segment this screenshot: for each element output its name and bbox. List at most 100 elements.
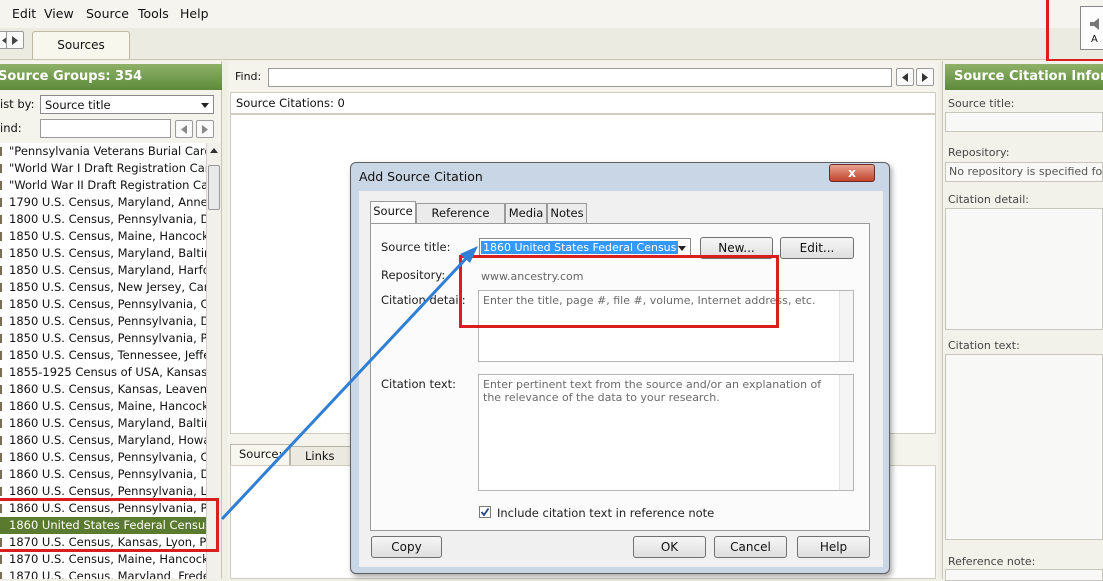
rp-citation-text: [945, 354, 1103, 540]
rp-reference-note-label: Reference note:: [948, 555, 1036, 568]
source-list-item[interactable]: 1870 U.S. Census, Maryland, Frederic...: [0, 568, 206, 579]
source-icon: [0, 317, 6, 326]
source-list-item[interactable]: 1860 U.S. Census, Maryland, Howard,...: [0, 432, 206, 449]
find-prev-button[interactable]: [175, 120, 193, 138]
source-list-item-label: 1860 U.S. Census, Maryland, Howard,...: [9, 433, 206, 447]
source-list-item[interactable]: 1860 U.S. Census, Maryland, Baltimor...: [0, 415, 206, 432]
menu-bar: Edit View Source Tools Help: [0, 0, 1103, 28]
textarea-scrollbar[interactable]: [839, 291, 853, 361]
tab-notes[interactable]: Notes: [547, 203, 587, 223]
source-list-item[interactable]: 1850 U.S. Census, Tennessee, Jeffers...: [0, 347, 206, 364]
source-icon: [0, 351, 6, 360]
source-icon: [0, 266, 6, 275]
source-list-item-label: 1790 U.S. Census, Maryland, Anne Ar...: [9, 195, 206, 209]
source-icon: [0, 436, 6, 445]
ok-button[interactable]: OK: [633, 536, 706, 558]
source-list-item[interactable]: 1860 U.S. Census, Pennsylvania, Del...: [0, 466, 206, 483]
copy-button[interactable]: Copy: [371, 536, 442, 558]
source-list-item[interactable]: "World War II Draft Registration Cards..…: [0, 177, 206, 194]
source-list-item-label: 1870 U.S. Census, Maine, Hancock, ...: [9, 552, 206, 566]
source-list-item[interactable]: 1850 U.S. Census, Maryland, Harford, ...: [0, 262, 206, 279]
menu-view[interactable]: View: [44, 6, 74, 21]
tab-sources[interactable]: Sources: [32, 31, 130, 59]
rp-reference-note: [945, 569, 1103, 581]
list-by-select[interactable]: Source title: [40, 95, 214, 114]
panel-header: Source Groups: 354: [0, 64, 222, 90]
source-list-item[interactable]: 1860 U.S. Census, Kansas, Leavenw...: [0, 381, 206, 398]
include-citation-checkbox[interactable]: [479, 506, 491, 518]
tab-links[interactable]: Links: [290, 446, 352, 466]
source-list-item-label: 1850 U.S. Census, New Jersey, Camd...: [9, 280, 206, 294]
source-list-item-label: 1850 U.S. Census, Tennessee, Jeffers...: [9, 348, 206, 362]
checkmark-icon: [480, 507, 490, 517]
source-list-item[interactable]: "World War I Draft Registration Cards,..…: [0, 160, 206, 177]
triangle-right-icon: [202, 125, 208, 134]
source-list-item-label: 1860 U.S. Census, Maryland, Baltimor...: [9, 416, 206, 430]
source-list-item[interactable]: 1860 U.S. Census, Maine, Hancock, ...: [0, 398, 206, 415]
source-list-item-label: "World War II Draft Registration Cards..…: [9, 178, 206, 192]
close-button[interactable]: x: [829, 164, 875, 182]
rp-repository-label: Repository:: [948, 146, 1010, 159]
source-icon: [0, 181, 6, 190]
source-icon: [0, 164, 6, 173]
cancel-button[interactable]: Cancel: [714, 536, 787, 558]
source-icon: [0, 385, 6, 394]
source-list-item-label: 1850 U.S. Census, Pennsylvania, Che...: [9, 297, 206, 311]
source-list-item[interactable]: 1850 U.S. Census, Maine, Hancock, ...: [0, 228, 206, 245]
source-list-item[interactable]: 1855-1925 Census of USA, Kansas; O...: [0, 364, 206, 381]
source-list-item-label: 1850 U.S. Census, Maryland, Baltimor...: [9, 246, 206, 260]
tab-source-detail[interactable]: Source:: [230, 444, 290, 466]
edit-source-button[interactable]: Edit...: [780, 237, 854, 259]
source-icon: [0, 147, 6, 156]
center-find-prev[interactable]: [896, 68, 914, 86]
source-list-item-label: "Pennsylvania Veterans Burial Cards, ...: [9, 144, 206, 158]
menu-source[interactable]: Source: [86, 6, 129, 21]
tab-source[interactable]: Source: [370, 201, 416, 224]
source-list-item[interactable]: 1850 U.S. Census, Pennsylvania, Che...: [0, 296, 206, 313]
source-list-item-label: 1860 U.S. Census, Pennsylvania, Che...: [9, 450, 206, 464]
citation-detail-label: Citation detail:: [381, 293, 466, 307]
find-input[interactable]: [40, 119, 171, 138]
source-list-item[interactable]: 1850 U.S. Census, Maryland, Baltimor...: [0, 245, 206, 262]
source-icon: [0, 402, 6, 411]
source-icon: [0, 232, 6, 241]
triangle-right-icon: [12, 36, 18, 45]
source-icon: [0, 368, 6, 377]
source-list-item-label: 1870 U.S. Census, Maryland, Frederic...: [9, 569, 206, 579]
source-list-item[interactable]: "Pennsylvania Veterans Burial Cards, ...: [0, 143, 206, 160]
source-list-item-label: 1860 U.S. Census, Maine, Hancock, ...: [9, 399, 206, 413]
highlight-box: [0, 498, 219, 552]
source-list-item-label: "World War I Draft Registration Cards,..…: [9, 161, 206, 175]
citation-text-textarea[interactable]: Enter pertinent text from the source and…: [478, 374, 854, 491]
source-icon: [0, 283, 6, 292]
menu-tools[interactable]: Tools: [138, 6, 169, 21]
find-next-button[interactable]: [196, 120, 214, 138]
source-list-item-label: 1860 U.S. Census, Kansas, Leavenw...: [9, 382, 206, 396]
menu-edit[interactable]: Edit: [12, 6, 36, 21]
tab-reference-note[interactable]: Reference Note: [416, 203, 505, 239]
include-citation-label: Include citation text in reference note: [497, 506, 715, 520]
source-icon: [0, 334, 6, 343]
source-list-item[interactable]: 1850 U.S. Census, Pennsylvania, Del...: [0, 313, 206, 330]
source-icon: [0, 249, 6, 258]
help-button[interactable]: Help: [797, 536, 870, 558]
source-list-item[interactable]: 1870 U.S. Census, Maine, Hancock, ...: [0, 551, 206, 568]
center-find-input[interactable]: [268, 68, 892, 87]
close-icon: x: [848, 166, 856, 180]
rp-citation-detail: [945, 208, 1103, 330]
source-icon: [0, 555, 6, 564]
tab-media[interactable]: Media: [505, 203, 547, 223]
triangle-left-icon: [181, 125, 187, 134]
menu-help[interactable]: Help: [180, 6, 209, 21]
center-find-next[interactable]: [916, 68, 934, 86]
textarea-scrollbar[interactable]: [839, 375, 853, 490]
source-list-item[interactable]: 1850 U.S. Census, New Jersey, Camd...: [0, 279, 206, 296]
source-list-item[interactable]: 1800 U.S. Census, Pennsylvania, Del...: [0, 211, 206, 228]
forward-button[interactable]: [6, 31, 24, 49]
repository-label: Repository:: [381, 268, 446, 282]
source-list-item[interactable]: 1790 U.S. Census, Maryland, Anne Ar...: [0, 194, 206, 211]
source-list-item[interactable]: 1850 U.S. Census, Pennsylvania, Phil...: [0, 330, 206, 347]
citations-header: Source Citations: 0: [230, 92, 936, 114]
scroll-thumb[interactable]: [208, 165, 220, 210]
source-list-item[interactable]: 1860 U.S. Census, Pennsylvania, Che...: [0, 449, 206, 466]
